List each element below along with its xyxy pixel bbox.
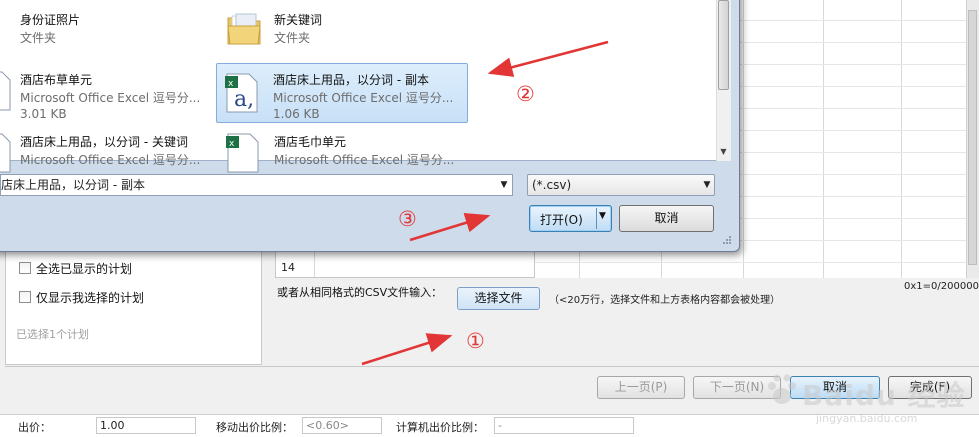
svg-text:x: x <box>229 139 235 149</box>
dialog-cancel-button[interactable]: 取消 <box>619 205 714 232</box>
file-size: 1.06 KB <box>273 107 320 121</box>
file-type: 文件夹 <box>20 31 57 45</box>
show-selected-only-label[interactable]: 仅显示我选择的计划 <box>36 289 144 306</box>
file-size: 3.01 KB <box>20 107 67 121</box>
filetype-select[interactable]: (*.csv) <box>527 174 715 196</box>
chevron-down-icon[interactable]: ▼ <box>496 176 512 194</box>
file-name: 酒店床上用品，以分词 - 副本 <box>273 73 429 87</box>
file-type: 文件夹 <box>274 31 311 45</box>
svg-text:a,: a, <box>234 87 254 112</box>
file-list-scrollbar-thumb[interactable] <box>718 0 729 90</box>
excel-csv-icon: x <box>226 133 259 173</box>
file-name: 酒店布草单元 <box>20 73 93 87</box>
watermark-url: jingyan.baidu.com <box>816 412 918 425</box>
bid-label: 出价： <box>18 421 51 434</box>
csv-import-label: 或者从相同格式的CSV文件输入： <box>277 286 443 299</box>
chevron-down-icon[interactable]: ▼ <box>700 175 714 195</box>
split-divider <box>596 208 597 229</box>
csv-import-note: （<20万行，选择文件和上方表格内容都会被处理） <box>549 295 781 306</box>
bid-input[interactable]: 1.00 <box>96 417 196 434</box>
scroll-down-icon[interactable]: ▼ <box>718 147 729 158</box>
file-name: 身份证照片 <box>20 13 81 27</box>
file-item[interactable]: 身份证照片 文件夹 <box>0 4 204 60</box>
file-name: 新关键词 <box>274 13 323 27</box>
watermark-text: Baidu 经验 <box>802 379 966 412</box>
excel-csv-icon: a <box>0 71 11 111</box>
pc-bid-ratio-label: 计算机出价比例： <box>396 421 484 434</box>
folder-icon <box>227 13 261 45</box>
pc-bid-ratio-input[interactable]: - <box>494 417 634 434</box>
annotation-step-2: ② <box>516 82 535 106</box>
excel-csv-icon <box>0 133 11 173</box>
excel-csv-icon: x a, <box>225 73 258 113</box>
select-all-shown-label[interactable]: 全选已显示的计划 <box>36 260 132 277</box>
file-name: 酒店床上用品，以分词 - 关键词 <box>20 135 188 149</box>
prev-page-button[interactable]: 上一页(P) <box>597 376 685 399</box>
open-button-label: 打开(O) <box>540 213 583 227</box>
file-item-selected[interactable]: x a, 酒店床上用品，以分词 - 副本 Microsoft Office Ex… <box>216 63 468 123</box>
mobile-bid-ratio-label: 移动出价比例： <box>216 421 293 434</box>
open-button[interactable]: 打开(O) ▼ <box>529 205 612 232</box>
file-type: Microsoft Office Excel 逗号分... <box>20 153 201 167</box>
resize-grip-icon[interactable] <box>720 235 732 247</box>
show-selected-only-checkbox[interactable] <box>19 291 31 303</box>
file-item[interactable]: 新关键词 文件夹 <box>218 4 466 60</box>
file-name: 酒店毛巾单元 <box>274 135 347 149</box>
select-file-button[interactable]: 选择文件 <box>457 287 540 310</box>
file-item[interactable]: a 酒店布草单元 Microsoft Office Excel 逗号分... 3… <box>0 64 204 121</box>
selected-plan-count: 已选择1个计划 <box>16 328 89 341</box>
file-type: Microsoft Office Excel 逗号分... <box>274 153 455 167</box>
row-number: 14 <box>281 261 295 274</box>
row-number-column <box>275 250 535 278</box>
annotation-step-1: ① <box>466 329 485 353</box>
annotation-step-3: ③ <box>398 207 417 231</box>
select-all-shown-checkbox[interactable] <box>19 262 31 274</box>
file-list[interactable]: 身份证照片 文件夹 新关键词 文件夹 a 酒店布草单元 Microsoft Of… <box>0 0 731 173</box>
filename-input[interactable]: 店床上用品，以分词 - 副本 <box>0 174 513 196</box>
mobile-bid-ratio-input[interactable]: <0.60> <box>302 417 382 434</box>
table-scrollbar-thumb[interactable] <box>968 10 977 265</box>
file-type: Microsoft Office Excel 逗号分... <box>273 91 454 105</box>
file-type: Microsoft Office Excel 逗号分... <box>20 91 201 105</box>
paw-icon <box>768 374 796 404</box>
watermark: Baidu 经验 jingyan.baidu.com <box>756 360 966 435</box>
row-count-ratio: 0x1=0/200000 <box>904 281 979 292</box>
chevron-down-icon[interactable]: ▼ <box>599 211 606 221</box>
